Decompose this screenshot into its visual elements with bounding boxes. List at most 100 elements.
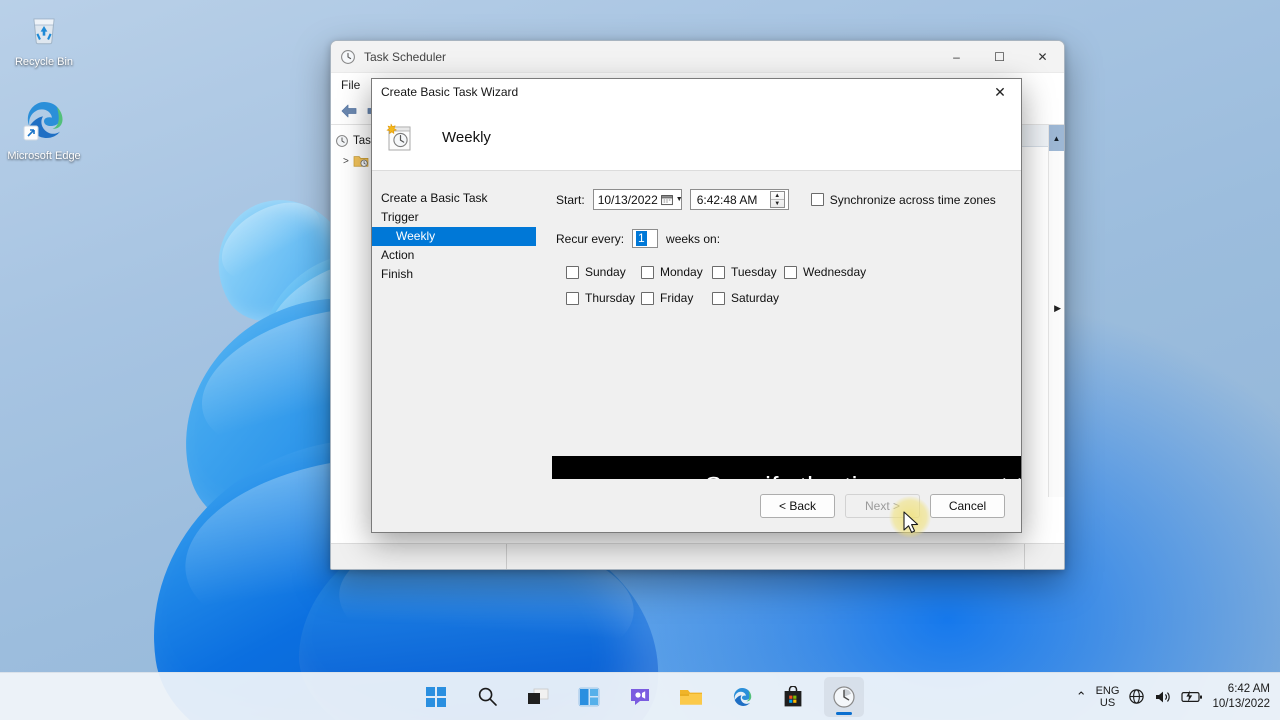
taskbar-task-scheduler-button[interactable]	[824, 677, 864, 717]
wizard-nav-create-a-basic-task[interactable]: Create a Basic Task	[372, 189, 546, 208]
weekday-wednesday-checkbox[interactable]	[784, 266, 797, 279]
task-scheduler-title: Task Scheduler	[364, 50, 446, 64]
desktop-icon-microsoft-edge[interactable]: Microsoft Edge	[6, 98, 82, 163]
spinner-down-button[interactable]: ▼	[771, 200, 784, 207]
weekly-task-icon	[382, 121, 416, 155]
weekday-tuesday-checkbox[interactable]	[712, 266, 725, 279]
chevron-down-icon[interactable]: ▼	[676, 196, 683, 203]
taskbar-file-explorer-button[interactable]	[671, 677, 711, 717]
clock-icon	[340, 49, 356, 65]
weekday-friday[interactable]: Friday	[641, 291, 712, 305]
taskbar-clock[interactable]: 6:42 AM 10/13/2022	[1212, 682, 1270, 712]
weekday-tuesday-label: Tuesday	[731, 265, 777, 279]
weekday-monday-checkbox[interactable]	[641, 266, 654, 279]
weekday-thursday-checkbox[interactable]	[566, 292, 579, 305]
wizard-header: Weekly	[372, 105, 1021, 171]
recur-every-input[interactable]: 1	[632, 229, 658, 248]
spinner-up-button[interactable]: ▲	[771, 192, 784, 200]
back-arrow-icon[interactable]	[339, 103, 359, 119]
weekday-monday[interactable]: Monday	[641, 265, 712, 279]
folder-clock-icon	[353, 154, 369, 168]
taskbar-task-view-button[interactable]	[518, 677, 558, 717]
actions-pane-scrollbar[interactable]: ▲ ▶	[1048, 125, 1064, 497]
tray-chevron-up-icon[interactable]: ⌃	[1076, 689, 1087, 705]
sync-timezones-checkbox[interactable]	[811, 193, 824, 206]
wizard-nav-action[interactable]: Action	[372, 246, 546, 265]
start-icon	[426, 687, 446, 707]
recur-every-label: Recur every:	[556, 232, 624, 246]
battery-charging-icon[interactable]	[1181, 690, 1203, 704]
task-scheduler-icon	[832, 685, 856, 709]
wizard-nav-weekly[interactable]: Weekly	[372, 227, 536, 246]
weekday-saturday-checkbox[interactable]	[712, 292, 725, 305]
weekday-monday-label: Monday	[660, 265, 703, 279]
weekday-sunday-checkbox[interactable]	[566, 266, 579, 279]
back-button[interactable]: < Back	[760, 494, 835, 518]
weekday-tuesday[interactable]: Tuesday	[712, 265, 784, 279]
start-time-input[interactable]: 6:42:48 AM ▲ ▼	[690, 189, 789, 210]
wizard-nav-trigger[interactable]: Trigger	[372, 208, 546, 227]
maximize-button[interactable]: ☐	[978, 41, 1021, 73]
minimize-button[interactable]: –	[935, 41, 978, 73]
status-cell	[1025, 544, 1064, 569]
menu-item-file[interactable]: File	[341, 78, 360, 92]
weekday-saturday[interactable]: Saturday	[712, 291, 779, 305]
taskbar-microsoft-edge-button[interactable]	[722, 677, 762, 717]
taskbar-start-button[interactable]	[416, 677, 456, 717]
weekday-wednesday-label: Wednesday	[803, 265, 866, 279]
weekday-sunday-label: Sunday	[585, 265, 626, 279]
next-button[interactable]: Next >	[845, 494, 920, 518]
close-button[interactable]: ✕	[1021, 41, 1064, 73]
weekday-thursday[interactable]: Thursday	[566, 291, 641, 305]
scroll-side-arrow[interactable]: ▶	[1054, 303, 1061, 314]
scrollbar-up-arrow[interactable]: ▲	[1049, 125, 1064, 151]
wizard-close-button[interactable]: ✕	[979, 79, 1021, 105]
status-cell	[507, 544, 1025, 569]
desktop-icon-label: Microsoft Edge	[7, 150, 80, 162]
chevron-right-icon[interactable]: >	[343, 156, 349, 167]
window-controls: – ☐ ✕	[935, 41, 1064, 73]
clock-date: 10/13/2022	[1212, 698, 1270, 710]
desktop-icon-label: Recycle Bin	[15, 56, 73, 68]
desktop-icon-recycle-bin[interactable]: Recycle Bin	[6, 10, 82, 69]
recycle-bin-icon	[6, 10, 82, 52]
system-tray: ⌃ ENG US 6:42	[1076, 682, 1280, 712]
recur-weeks-on-label: weeks on:	[666, 232, 720, 246]
speaker-icon[interactable]	[1154, 689, 1172, 705]
start-time-value: 6:42:48 AM	[697, 193, 770, 207]
time-spinner[interactable]: ▲ ▼	[770, 191, 785, 208]
start-date-input[interactable]: 10/13/2022 ▼	[593, 189, 682, 210]
wizard-heading: Weekly	[442, 129, 491, 146]
search-icon	[477, 686, 498, 707]
task-view-icon	[527, 688, 549, 706]
wizard-title: Create Basic Task Wizard	[381, 85, 518, 99]
weekday-friday-checkbox[interactable]	[641, 292, 654, 305]
widgets-icon	[578, 687, 600, 707]
taskbar-search-button[interactable]	[467, 677, 507, 717]
globe-icon[interactable]	[1128, 688, 1145, 705]
weekday-wednesday[interactable]: Wednesday	[784, 265, 866, 279]
wizard-nav-finish[interactable]: Finish	[372, 265, 546, 284]
sync-timezones-label: Synchronize across time zones	[830, 193, 996, 207]
wizard-titlebar[interactable]: Create Basic Task Wizard ✕	[372, 79, 1021, 105]
file-explorer-icon	[679, 687, 703, 707]
taskbar-microsoft-store-button[interactable]	[773, 677, 813, 717]
weekdays-row-1: Sunday Monday Tuesday Wednesday	[556, 265, 1007, 279]
calendar-icon[interactable]	[661, 194, 673, 206]
microsoft-edge-icon	[6, 98, 82, 146]
tray-language-indicator[interactable]: ENG US	[1096, 685, 1120, 709]
cancel-button[interactable]: Cancel	[930, 494, 1005, 518]
start-row: Start: 10/13/2022 ▼ 6:42:48 AM	[556, 189, 1007, 210]
weekday-friday-label: Friday	[660, 291, 693, 305]
task-scheduler-titlebar[interactable]: Task Scheduler – ☐ ✕	[331, 41, 1064, 73]
taskbar-active-indicator	[836, 712, 852, 715]
weekday-sunday[interactable]: Sunday	[566, 265, 641, 279]
status-cell	[331, 544, 507, 569]
recur-row: Recur every: 1 weeks on:	[556, 229, 1007, 248]
clock-icon	[335, 134, 349, 148]
tray-language-line1: ENG	[1096, 685, 1120, 697]
taskbar-chat-button[interactable]	[620, 677, 660, 717]
task-scheduler-statusbar	[331, 543, 1064, 569]
sync-timezones-row[interactable]: Synchronize across time zones	[811, 193, 996, 207]
taskbar-widgets-button[interactable]	[569, 677, 609, 717]
